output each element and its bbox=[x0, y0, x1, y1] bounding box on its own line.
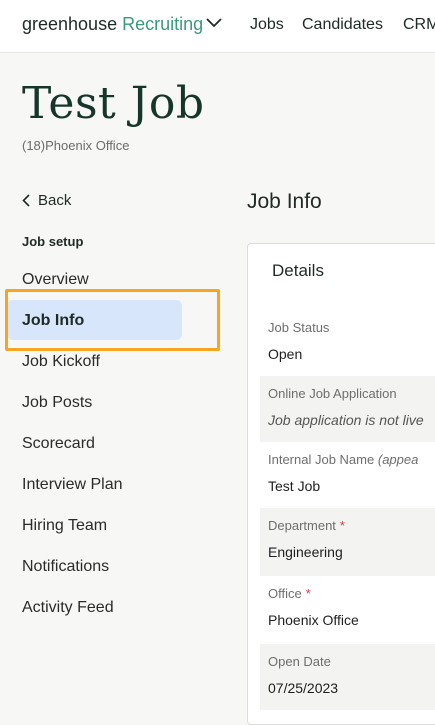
sidebar-item-scorecard[interactable]: Scorecard bbox=[22, 435, 95, 453]
field-label: Job Status bbox=[268, 320, 330, 335]
brand-primary: greenhouse bbox=[22, 14, 118, 34]
field-value: 07/25/2023 bbox=[268, 680, 339, 696]
field-job-status: Job Status Open bbox=[260, 310, 435, 376]
sidebar-item-job-posts[interactable]: Job Posts bbox=[22, 394, 92, 412]
field-value: Open bbox=[268, 346, 303, 362]
nav-crm[interactable]: CRM bbox=[403, 16, 435, 34]
brand-logo[interactable]: greenhouse Recruiting bbox=[22, 14, 203, 35]
field-label-text: Office bbox=[268, 586, 302, 601]
details-panel: Details Job Status Open Online Job Appli… bbox=[247, 243, 435, 725]
field-label-text: Internal Job Name bbox=[268, 452, 375, 467]
sidebar-item-job-info[interactable]: Job Info bbox=[22, 312, 84, 330]
field-office: Office * Phoenix Office bbox=[260, 576, 435, 644]
required-marker: * bbox=[305, 586, 311, 601]
top-nav: greenhouse Recruiting Jobs Candidates CR… bbox=[0, 0, 435, 53]
back-link[interactable]: Back bbox=[22, 192, 71, 209]
field-label: Office * bbox=[268, 586, 311, 601]
panel-title: Details bbox=[272, 261, 324, 280]
back-label: Back bbox=[38, 192, 72, 209]
nav-candidates[interactable]: Candidates bbox=[302, 16, 383, 34]
sidebar-section-label: Job setup bbox=[22, 234, 84, 249]
sidebar-item-activity-feed[interactable]: Activity Feed bbox=[22, 599, 114, 617]
field-label-text: Department bbox=[268, 518, 336, 533]
chevron-down-icon[interactable] bbox=[205, 17, 223, 29]
field-value: Phoenix Office bbox=[268, 612, 359, 628]
section-title: Job Info bbox=[247, 190, 322, 213]
chevron-left-icon bbox=[22, 194, 30, 207]
field-label: Online Job Application bbox=[268, 386, 397, 401]
nav-jobs[interactable]: Jobs bbox=[250, 16, 284, 34]
page-subtitle: (18)Phoenix Office bbox=[22, 138, 130, 153]
page-title: Test Job bbox=[22, 78, 205, 129]
field-label: Department * bbox=[268, 518, 345, 533]
field-label: Internal Job Name (appea bbox=[268, 452, 418, 467]
brand-secondary: Recruiting bbox=[122, 14, 204, 34]
sidebar-item-hiring-team[interactable]: Hiring Team bbox=[22, 517, 107, 535]
field-department: Department * Engineering bbox=[260, 508, 435, 576]
sidebar-item-overview[interactable]: Overview bbox=[22, 271, 89, 289]
field-label: Open Date bbox=[268, 654, 331, 669]
field-value: Test Job bbox=[268, 478, 321, 494]
field-internal-job-name: Internal Job Name (appea Test Job bbox=[260, 442, 435, 508]
sidebar-item-notifications[interactable]: Notifications bbox=[22, 558, 109, 576]
field-online-job-application: Online Job Application Job application i… bbox=[260, 376, 435, 442]
field-value: Engineering bbox=[268, 544, 343, 560]
field-open-date: Open Date 07/25/2023 bbox=[260, 644, 435, 710]
sidebar-item-job-kickoff[interactable]: Job Kickoff bbox=[22, 353, 100, 371]
field-label-note: (appea bbox=[377, 452, 419, 467]
sidebar-item-interview-plan[interactable]: Interview Plan bbox=[22, 476, 123, 494]
field-value: Job application is not live bbox=[268, 412, 424, 428]
required-marker: * bbox=[339, 518, 345, 533]
